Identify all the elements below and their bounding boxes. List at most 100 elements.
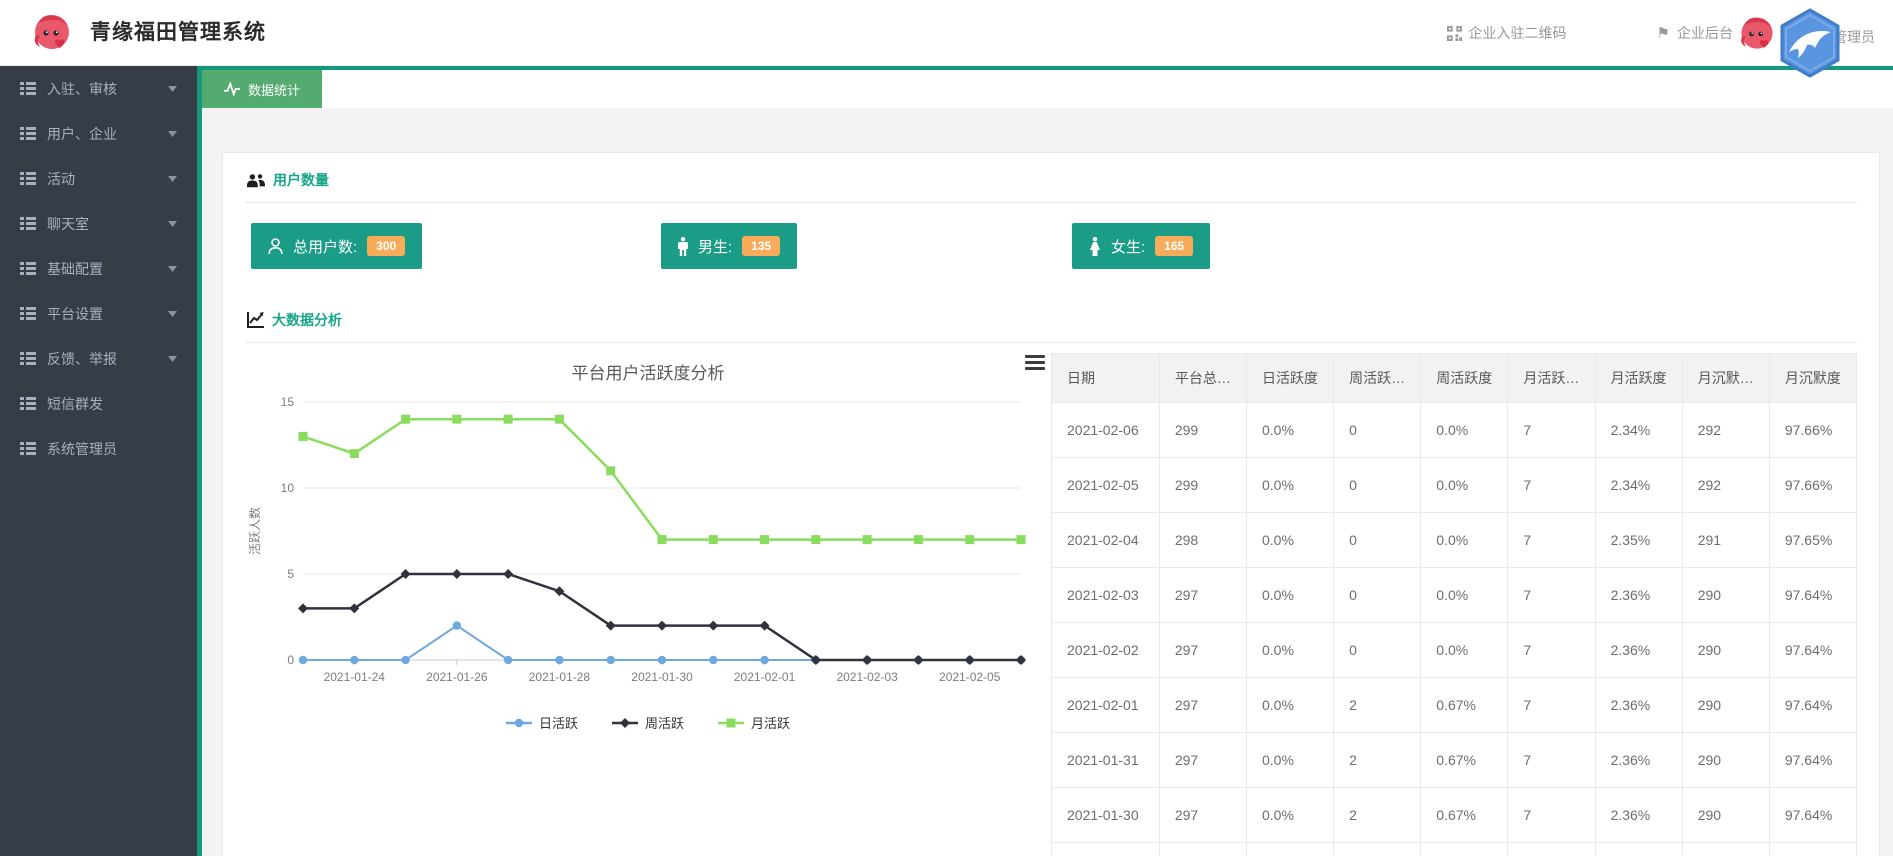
- table-cell: 297: [1159, 788, 1246, 843]
- sidebar-item-8[interactable]: 短信群发: [0, 381, 197, 426]
- table-cell: 0.67%: [1421, 678, 1508, 733]
- th-list-icon: [20, 127, 36, 140]
- sidebar-item-label: 短信群发: [47, 394, 103, 414]
- table-cell: 7: [1508, 623, 1595, 678]
- legend-item-月活跃[interactable]: 月活跃: [718, 713, 790, 732]
- table-row: 2021-01-292970.0%20.67%113.7%28696.3%: [1052, 843, 1857, 856]
- user-outline-icon: [268, 238, 283, 255]
- th-list-icon: [20, 172, 36, 185]
- caret-down-icon: [168, 221, 177, 227]
- stat-badge: 300: [367, 236, 405, 256]
- svg-text:15: 15: [281, 395, 295, 409]
- table-cell: 7: [1508, 568, 1595, 623]
- sidebar-item-2[interactable]: 用户、企业: [0, 111, 197, 156]
- xunlei-hexagon-icon[interactable]: [1777, 8, 1843, 78]
- flag-icon: ⚑: [1657, 24, 1670, 42]
- table-cell: 0.0%: [1247, 843, 1334, 856]
- table-cell: 97.64%: [1769, 678, 1856, 733]
- enterprise-backend-label: 企业后台: [1677, 23, 1733, 43]
- table-cell: 297: [1159, 678, 1246, 733]
- activity-chart-svg[interactable]: 0510152021-01-242021-01-262021-01-282021…: [245, 386, 1035, 704]
- table-cell: 290: [1682, 568, 1769, 623]
- table-column-header: 月活跃…: [1508, 354, 1595, 403]
- table-cell: 2.36%: [1595, 678, 1682, 733]
- user-avatar[interactable]: [1735, 12, 1779, 56]
- table-cell: 11: [1508, 843, 1595, 856]
- caret-down-icon: [168, 311, 177, 317]
- caret-down-icon: [168, 356, 177, 362]
- sidebar-item-7[interactable]: 反馈、举报: [0, 336, 197, 381]
- table-cell: 0: [1334, 623, 1421, 678]
- table-cell: 97.64%: [1769, 788, 1856, 843]
- caret-down-icon: [168, 266, 177, 272]
- svg-text:2021-01-28: 2021-01-28: [529, 670, 591, 684]
- dashboard-root: 青缘福田管理系统 企业入驻二维码 ⚑ 企业后台 管理员: [0, 0, 1893, 856]
- app-title: 青缘福田管理系统: [90, 0, 266, 66]
- th-list-icon: [20, 217, 36, 230]
- legend-label: 月活跃: [751, 713, 790, 732]
- top-header: 青缘福田管理系统 企业入驻二维码 ⚑ 企业后台 管理员: [0, 0, 1893, 66]
- th-list-icon: [20, 307, 36, 320]
- svg-text:2021-01-30: 2021-01-30: [631, 670, 693, 684]
- stat-cards-row: 总用户数: 300男生: 135女生: 165: [245, 223, 1857, 269]
- table-cell: 290: [1682, 623, 1769, 678]
- sidebar-item-5[interactable]: 基础配置: [0, 246, 197, 291]
- tab-data-statistics[interactable]: 数据统计: [202, 70, 322, 108]
- table-cell: 298: [1159, 513, 1246, 568]
- section-title-big-data: 大数据分析: [272, 310, 342, 330]
- stat-badge: 165: [1155, 236, 1193, 256]
- chart-and-table-row: 平台用户活跃度分析 0510152021-01-242021-01-262021…: [245, 345, 1857, 856]
- sidebar-item-3[interactable]: 活动: [0, 156, 197, 201]
- table-cell: 297: [1159, 568, 1246, 623]
- table-cell: 297: [1159, 733, 1246, 788]
- table-cell: 2.36%: [1595, 568, 1682, 623]
- svg-text:活跃人数: 活跃人数: [247, 507, 262, 555]
- table-cell: 7: [1508, 403, 1595, 458]
- chart-legend: 日活跃 周活跃 月活跃: [245, 713, 1051, 732]
- table-cell: 0.0%: [1247, 458, 1334, 513]
- sidebar-item-4[interactable]: 聊天室: [0, 201, 197, 246]
- sidebar-item-1[interactable]: 入驻、审核: [0, 66, 197, 111]
- activity-chart-card: 平台用户活跃度分析 0510152021-01-242021-01-262021…: [245, 345, 1051, 856]
- female-icon: [1089, 237, 1101, 256]
- table-cell: 0.67%: [1421, 788, 1508, 843]
- legend-item-周活跃[interactable]: 周活跃: [612, 713, 684, 732]
- table-cell: 97.64%: [1769, 733, 1856, 788]
- table-cell: 2021-02-05: [1052, 458, 1160, 513]
- table-cell: 292: [1682, 458, 1769, 513]
- table-cell: 2021-02-04: [1052, 513, 1160, 568]
- table-cell: 2.34%: [1595, 403, 1682, 458]
- enterprise-qrcode-link[interactable]: 企业入驻二维码: [1447, 23, 1567, 43]
- pulse-icon: [224, 82, 240, 96]
- table-cell: 0: [1334, 458, 1421, 513]
- enterprise-backend-link[interactable]: ⚑ 企业后台: [1657, 23, 1733, 43]
- table-cell: 2021-02-03: [1052, 568, 1160, 623]
- table-cell: 97.66%: [1769, 403, 1856, 458]
- hamburger-menu-icon[interactable]: [1025, 355, 1045, 371]
- table-cell: 2021-02-01: [1052, 678, 1160, 733]
- sidebar-item-6[interactable]: 平台设置: [0, 291, 197, 336]
- male-icon: [678, 237, 688, 256]
- table-cell: 97.66%: [1769, 458, 1856, 513]
- table-cell: 290: [1682, 788, 1769, 843]
- table-cell: 2.36%: [1595, 788, 1682, 843]
- th-list-icon: [20, 352, 36, 365]
- caret-down-icon: [168, 176, 177, 182]
- big-data-section-header: 大数据分析: [245, 293, 1857, 343]
- sidebar-item-9[interactable]: 系统管理员: [0, 426, 197, 471]
- table-cell: 0.67%: [1421, 733, 1508, 788]
- table-column-header: 月沉默…: [1682, 354, 1769, 403]
- activity-table-card: 日期平台总…日活跃度周活跃…周活跃度月活跃…月活跃度月沉默…月沉默度 2021-…: [1051, 345, 1857, 856]
- legend-swatch-icon: [612, 718, 638, 728]
- table-cell: 2.36%: [1595, 623, 1682, 678]
- table-cell: 2: [1334, 788, 1421, 843]
- line-chart-icon: [247, 312, 264, 328]
- table-cell: 0.0%: [1421, 458, 1508, 513]
- svg-text:10: 10: [281, 481, 295, 495]
- table-cell: 0.0%: [1421, 403, 1508, 458]
- legend-item-日活跃[interactable]: 日活跃: [506, 713, 578, 732]
- table-row: 2021-02-012970.0%20.67%72.36%29097.64%: [1052, 678, 1857, 733]
- enterprise-qrcode-label: 企业入驻二维码: [1469, 23, 1567, 43]
- table-cell: 0.67%: [1421, 843, 1508, 856]
- sidebar-item-label: 入驻、审核: [47, 79, 117, 99]
